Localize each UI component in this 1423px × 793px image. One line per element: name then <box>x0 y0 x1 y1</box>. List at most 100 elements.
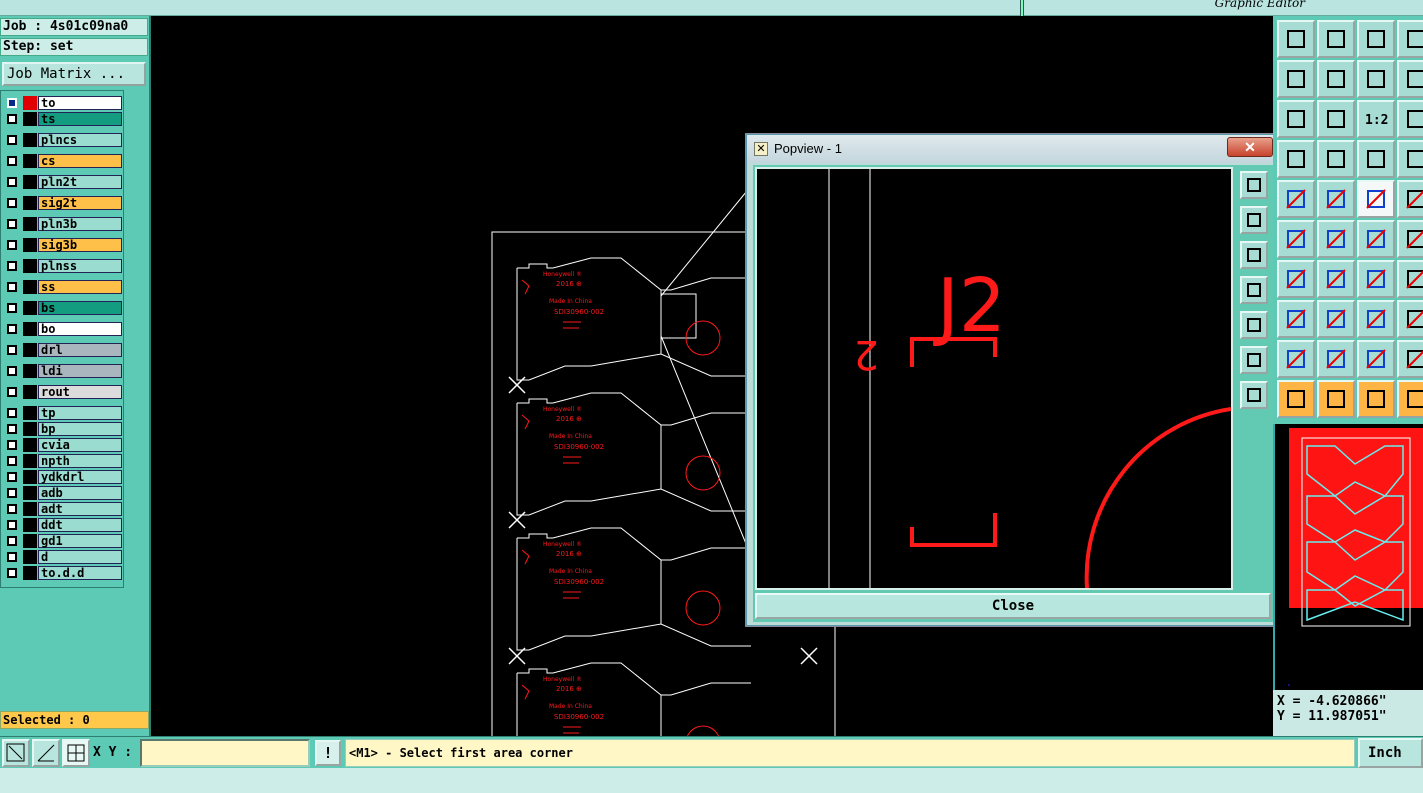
layer-row-adb[interactable]: adb <box>4 486 122 500</box>
layer-name[interactable]: npth <box>38 454 122 468</box>
layer-checkbox[interactable] <box>7 440 17 450</box>
pan-down-icon[interactable] <box>1240 241 1268 269</box>
layer-checkbox[interactable] <box>7 282 17 292</box>
zoom-home-icon[interactable] <box>1240 381 1268 409</box>
layer-row-ydkdrl[interactable]: ydkdrl <box>4 470 122 484</box>
layer-name[interactable]: pln2t <box>38 175 122 189</box>
layer-checkbox[interactable] <box>7 408 17 418</box>
line-angle-icon[interactable] <box>1277 260 1315 298</box>
layer-name[interactable]: d <box>38 550 122 564</box>
layer-name[interactable]: ddt <box>38 518 122 532</box>
center-icon[interactable] <box>1317 100 1355 138</box>
job-matrix-button[interactable]: Job Matrix ... <box>2 62 146 86</box>
layer-checkbox[interactable] <box>7 240 17 250</box>
text-icon[interactable] <box>1397 260 1423 298</box>
point-icon[interactable] <box>1277 300 1315 338</box>
layer-checkbox[interactable] <box>7 135 17 145</box>
layer-checkbox[interactable] <box>7 198 17 208</box>
units-selector[interactable]: Inch <box>1358 738 1423 768</box>
fill-icon[interactable] <box>1277 180 1315 218</box>
layer-checkbox[interactable] <box>7 98 17 108</box>
layer-row-plnss[interactable]: plnss <box>4 259 122 273</box>
delete-icon[interactable] <box>1317 220 1355 258</box>
layer-checkbox[interactable] <box>7 324 17 334</box>
layer-name[interactable]: sig3b <box>38 238 122 252</box>
drawing-icon[interactable] <box>1317 180 1355 218</box>
pad-icon[interactable] <box>1397 180 1423 218</box>
layer-checkbox[interactable] <box>7 303 17 313</box>
close-icon[interactable]: ✕ <box>1227 137 1273 157</box>
zoom-window-icon[interactable] <box>1240 171 1268 199</box>
layer-checkbox[interactable] <box>7 219 17 229</box>
layer-row-adt[interactable]: adt <box>4 502 122 516</box>
layer-checkbox[interactable] <box>7 156 17 166</box>
layer-row-rout[interactable]: rout <box>4 385 122 399</box>
triangle-box-icon[interactable] <box>1397 340 1423 378</box>
layer-row-tp[interactable]: tp <box>4 406 122 420</box>
layer-row-bs[interactable]: bs <box>4 301 122 315</box>
pan-left-icon[interactable] <box>1277 60 1315 98</box>
cut-icon[interactable] <box>1317 300 1355 338</box>
layer-name[interactable]: pln3b <box>38 217 122 231</box>
layer-checkbox[interactable] <box>7 345 17 355</box>
layer-name[interactable]: rout <box>38 385 122 399</box>
zoom-fit-icon[interactable] <box>1240 346 1268 374</box>
pan-right-icon[interactable] <box>1240 311 1268 339</box>
layer-checkbox[interactable] <box>7 387 17 397</box>
move-to-bottom-icon[interactable] <box>1317 20 1355 58</box>
line-icon[interactable] <box>1317 260 1355 298</box>
layer-name[interactable]: to.d.d <box>38 566 122 580</box>
box-icon[interactable] <box>1357 300 1395 338</box>
help-icon[interactable] <box>1397 100 1423 138</box>
layer-name[interactable]: bs <box>38 301 122 315</box>
layer-row-to[interactable]: to <box>4 96 122 110</box>
layer-row-cvia[interactable]: cvia <box>4 438 122 452</box>
overview-panel[interactable] <box>1273 424 1423 690</box>
layer-row-d[interactable]: d <box>4 550 122 564</box>
layer-name[interactable]: ldi <box>38 364 122 378</box>
angle-mode-icon[interactable] <box>32 739 60 767</box>
pan-up-icon[interactable] <box>1240 206 1268 234</box>
layer-row-ss[interactable]: ss <box>4 280 122 294</box>
layer-name[interactable]: adb <box>38 486 122 500</box>
layer-checkbox[interactable] <box>7 456 17 466</box>
layer-checkbox[interactable] <box>7 177 17 187</box>
layer-row-pln3b[interactable]: pln3b <box>4 217 122 231</box>
home-icon[interactable] <box>1357 20 1395 58</box>
select-box-icon[interactable] <box>1357 380 1395 418</box>
layer-name[interactable]: plncs <box>38 133 122 147</box>
layer-checkbox[interactable] <box>7 520 17 530</box>
stretch-icon[interactable] <box>1397 220 1423 258</box>
layer-name[interactable]: adt <box>38 502 122 516</box>
popview-viewport[interactable]: J2 2 <box>755 167 1233 590</box>
layer-checkbox[interactable] <box>7 114 17 124</box>
move-to-top-icon[interactable] <box>1277 20 1315 58</box>
layer-row-bo[interactable]: bo <box>4 322 122 336</box>
layer-row-to-d-d[interactable]: to.d.d <box>4 566 122 580</box>
layer-name[interactable]: bp <box>38 422 122 436</box>
layer-row-sig2t[interactable]: sig2t <box>4 196 122 210</box>
pan-right-icon[interactable] <box>1317 60 1355 98</box>
layer-row-bp[interactable]: bp <box>4 422 122 436</box>
layer-name[interactable]: bo <box>38 322 122 336</box>
layer-name[interactable]: ts <box>38 112 122 126</box>
layer-name[interactable]: sig2t <box>38 196 122 210</box>
layer-row-pln2t[interactable]: pln2t <box>4 175 122 189</box>
layer-checkbox[interactable] <box>7 568 17 578</box>
select-more-icon[interactable] <box>1397 380 1423 418</box>
connect-icon[interactable] <box>1277 220 1315 258</box>
close-button[interactable]: Close <box>755 593 1271 619</box>
layer-row-gd1[interactable]: gd1 <box>4 534 122 548</box>
group-icon[interactable] <box>1397 300 1423 338</box>
layer-checkbox[interactable] <box>7 366 17 376</box>
layer-checkbox[interactable] <box>7 261 17 271</box>
layer-name[interactable]: cs <box>38 154 122 168</box>
pan-left-icon[interactable] <box>1240 276 1268 304</box>
triangle-icon[interactable] <box>1277 340 1315 378</box>
layer-name[interactable]: to <box>38 96 122 110</box>
execute-button[interactable]: ! <box>315 740 341 766</box>
triangle-text-icon[interactable] <box>1357 340 1395 378</box>
ruler-icon[interactable] <box>1357 180 1395 218</box>
layer-name[interactable]: ss <box>38 280 122 294</box>
triangle-arrow-icon[interactable] <box>1317 340 1355 378</box>
